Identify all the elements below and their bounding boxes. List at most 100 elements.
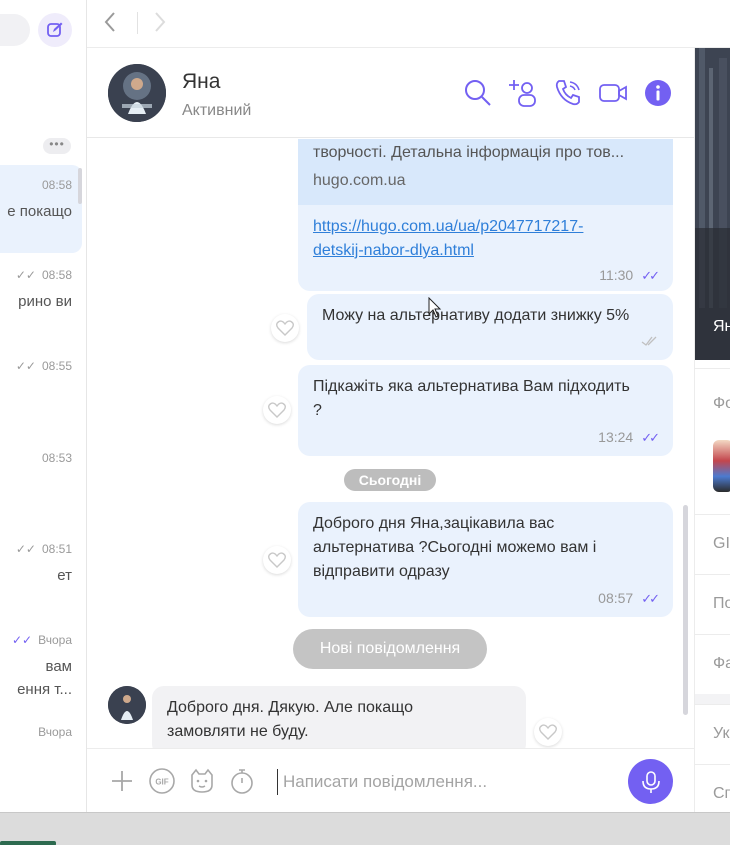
link-preview-card[interactable]: творчості. Детальна інформація про тов..… [298,139,673,205]
chat-time: 08:58 [41,178,72,192]
message-time: 11:30 ✓✓ [599,267,660,283]
section-label: Сп [713,785,730,802]
like-button[interactable] [271,314,299,342]
chat-list-item[interactable]: ✓✓ 08:51 ет [0,529,82,617]
message-link[interactable]: detskij-nabor-dlya.html [313,239,474,263]
chat-time: ✓✓ 08:51 [15,542,72,556]
compose-button[interactable] [38,13,72,47]
like-button[interactable] [263,546,291,574]
top-navigation [87,0,730,48]
chat-time: ✓✓ Вчора [12,633,72,647]
read-ticks-icon: ✓✓ [641,591,660,606]
section-label: По [713,595,730,612]
add-participant-button[interactable] [508,78,538,108]
messages-scrollbar[interactable] [683,505,688,715]
chat-list-item[interactable]: ✓✓ Вчора вам ення т... [0,620,82,708]
participants-section[interactable]: Ук [695,704,730,764]
video-call-button[interactable] [598,78,628,108]
voice-message-button[interactable] [628,759,673,804]
message-time: 13:24 ✓✓ [598,429,660,445]
video-camera-icon [599,84,627,102]
microphone-icon [641,770,660,793]
message-bubble-outgoing[interactable]: Підкажіть яка альтернатива Вам підходить… [298,365,673,456]
chat-preview: ення т... [17,681,72,698]
more-options-button[interactable]: ••• [43,138,71,154]
stopwatch-icon [231,769,253,794]
gif-button[interactable]: GIF [148,767,176,795]
links-section[interactable]: По [695,574,730,634]
contact-status: Активний [182,102,252,119]
chat-list-item[interactable]: ✓✓ 08:55 [0,347,82,435]
link-preview-domain: hugo.com.ua [313,172,406,189]
audio-call-button[interactable] [553,78,583,108]
section-label: Ук [713,725,730,742]
message-text: Підкажіть яка альтернатива Вам підходить [313,378,630,395]
message-text: відправити одразу [313,563,450,580]
chevron-right-icon [155,12,166,32]
read-ticks-icon: ✓✓ [15,268,36,282]
contact-photo-name: Ян [713,318,730,335]
message-list[interactable]: творчості. Детальна інформація про тов..… [87,139,694,748]
message-link[interactable]: https://hugo.com.ua/ua/p2047717217- [313,215,583,239]
gif-section[interactable]: GI [695,514,730,574]
message-text: Доброго дня Яна,зацікавила вас [313,515,555,532]
sender-avatar[interactable] [108,686,146,724]
message-text: замовляти не буду. [167,723,309,740]
add-user-icon [509,80,536,107]
message-bubble-incoming[interactable]: Доброго дня. Дякую. Але покащо замовляти… [152,686,526,748]
section-label: Фо [713,395,730,412]
files-section[interactable]: Фа [695,634,730,694]
like-button[interactable] [534,718,562,746]
search-button[interactable] [463,78,493,108]
heart-icon [539,724,557,740]
back-button[interactable] [103,10,117,41]
like-button[interactable] [263,396,291,424]
contact-name: Яна [182,70,221,93]
media-thumbnail[interactable] [713,440,730,492]
list-section[interactable]: Сп [695,764,730,812]
info-button[interactable] [643,78,673,108]
date-separator: Сьогодні [344,469,436,491]
chat-list-item[interactable]: 08:53 [0,438,82,526]
contact-photo[interactable]: Ян [695,48,730,360]
message-bubble-outgoing[interactable]: Доброго дня Яна,зацікавила вас альтернат… [298,502,673,617]
read-ticks-icon: ✓✓ [15,542,36,556]
sticker-bear-icon [191,768,213,793]
message-text: альтернатива ?Сьогодні можемо вам і [313,539,597,556]
message-bubble-outgoing[interactable]: Можу на альтернативу додати знижку 5% [307,294,673,360]
chat-preview: е покащо [7,203,72,220]
forward-button[interactable] [153,10,167,41]
avatar-image [108,64,166,122]
info-icon [645,80,671,106]
gif-icon: GIF [149,768,175,794]
sending-icon [641,336,657,346]
message-text: Доброго дня. Дякую. Але покащо [167,699,414,716]
contact-avatar[interactable] [108,64,166,122]
timer-button[interactable] [228,767,256,795]
heart-icon [268,402,286,418]
chat-list-item[interactable]: ✓✓ 08:58 рино ви [0,256,82,344]
sidebar-scrollbar[interactable] [78,168,82,204]
chat-list-sidebar: ••• 08:58 е покащо ✓✓ 08:58 рино ви ✓✓ 08:… [0,0,87,812]
taskbar-app-indicator[interactable] [0,841,56,845]
chat-search-input[interactable] [0,14,30,46]
chat-list-item[interactable]: 08:58 е покащо [0,165,82,253]
photo-image [695,48,730,360]
message-text: ? [313,402,322,419]
svg-text:GIF: GIF [155,778,168,787]
chat-time: Вчора [38,725,72,739]
section-label: Фа [713,655,730,672]
message-input[interactable] [277,769,607,795]
message-bubble-outgoing[interactable]: https://hugo.com.ua/ua/p2047717217- dets… [298,205,673,291]
taskbar [0,812,730,845]
chat-time: 08:53 [41,451,72,465]
attach-button[interactable] [108,767,136,795]
plus-icon [112,771,132,791]
sticker-button[interactable] [188,767,216,795]
chat-list-item[interactable]: Вчора [0,711,82,799]
chat-preview: вам [45,658,72,675]
message-status [641,330,657,354]
edit-icon [47,22,63,37]
message-time: 08:57 ✓✓ [598,590,660,606]
chat-preview: ет [57,567,72,584]
